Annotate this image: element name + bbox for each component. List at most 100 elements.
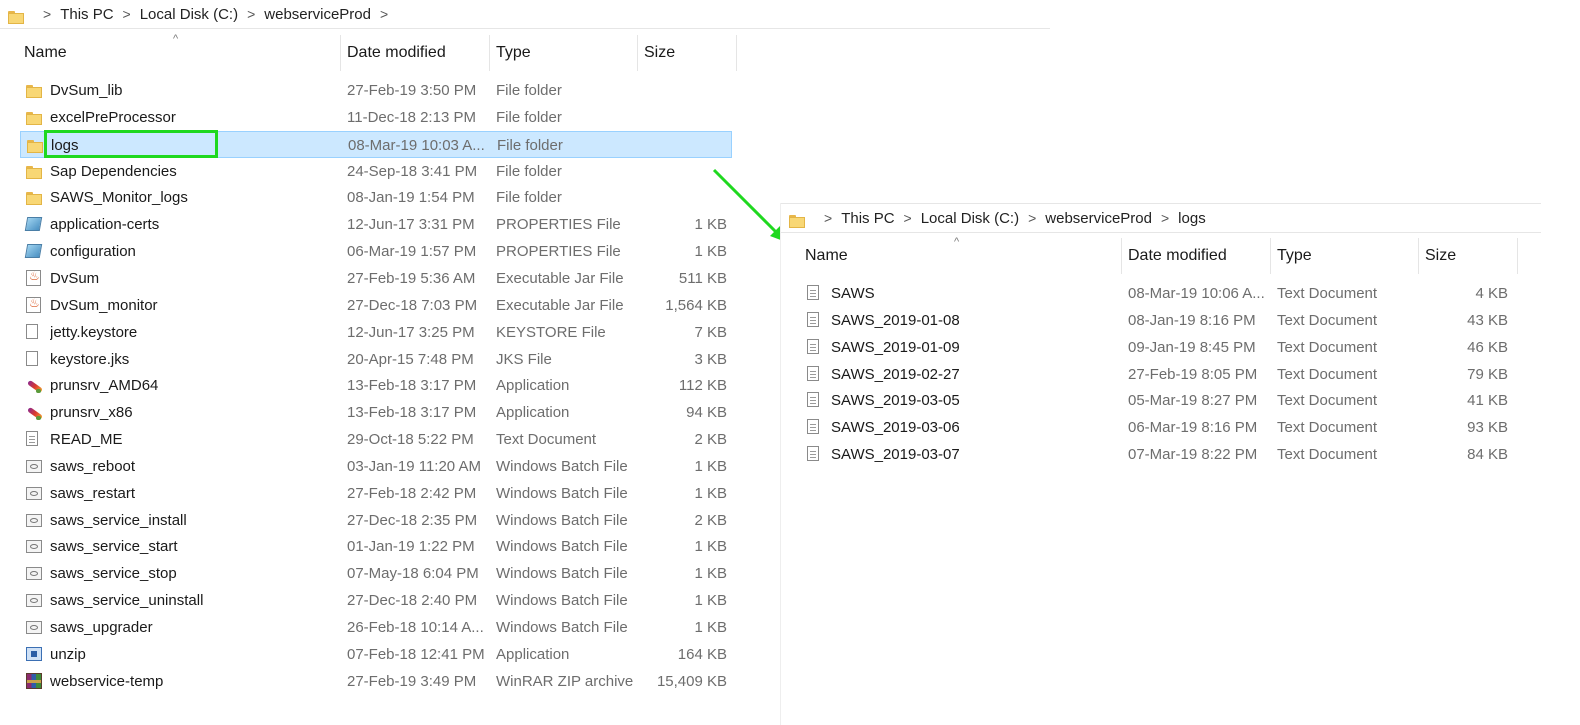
column-header-type[interactable]: Type bbox=[1271, 238, 1418, 274]
file-date-modified: 08-Mar-19 10:03 A... bbox=[348, 136, 485, 154]
column-divider[interactable] bbox=[1517, 238, 1518, 274]
column-divider[interactable] bbox=[340, 35, 341, 71]
chevron-right-icon[interactable]: > bbox=[43, 6, 51, 22]
file-size: 1 KB bbox=[694, 484, 727, 502]
column-divider[interactable] bbox=[736, 35, 737, 71]
folder-icon bbox=[789, 212, 805, 228]
column-header-size[interactable]: Size bbox=[1419, 238, 1517, 274]
file-row[interactable]: excelPreProcessor 11-Dec-18 2:13 PM File f… bbox=[20, 104, 732, 131]
file-date-modified: 13-Feb-18 3:17 PM bbox=[347, 404, 477, 422]
file-date-modified: 07-May-18 6:04 PM bbox=[347, 565, 479, 583]
column-header-size[interactable]: Size bbox=[638, 35, 736, 71]
chevron-right-icon[interactable]: > bbox=[824, 210, 832, 226]
file-type: Application bbox=[496, 377, 570, 395]
column-header-name[interactable]: Name bbox=[799, 238, 1121, 274]
column-divider[interactable] bbox=[1270, 238, 1271, 274]
file-date-modified: 06-Mar-19 1:57 PM bbox=[347, 243, 477, 261]
chevron-right-icon[interactable]: > bbox=[247, 6, 255, 22]
file-row[interactable]: saws_service_install 27-Dec-18 2:35 PM Win… bbox=[20, 507, 732, 534]
file-type: Text Document bbox=[496, 431, 597, 449]
file-row[interactable]: saws_restart 27-Feb-18 2:42 PM Windows Bat… bbox=[20, 480, 732, 507]
file-row[interactable]: saws_reboot 03-Jan-19 11:20 AM Windows Bat… bbox=[20, 453, 732, 480]
file-date-modified: 11-Dec-18 2:13 PM bbox=[347, 108, 476, 126]
file-date-modified: 27-Feb-19 5:36 AM bbox=[347, 269, 476, 287]
breadcrumb-webserviceprod[interactable]: webserviceProd bbox=[1045, 210, 1152, 227]
file-size: 1 KB bbox=[694, 457, 727, 475]
file-name: saws_restart bbox=[50, 484, 136, 502]
file-name: READ_ME bbox=[50, 431, 123, 449]
address-bar[interactable]: > This PC > Local Disk (C:) > webservice… bbox=[0, 0, 1050, 29]
chevron-right-icon[interactable]: > bbox=[904, 210, 912, 226]
breadcrumb-this-pc[interactable]: This PC bbox=[841, 210, 894, 227]
file-row[interactable]: jetty.keystore 12-Jun-17 3:25 PM KEYSTORE … bbox=[20, 319, 732, 346]
file-size: 41 KB bbox=[1467, 392, 1508, 410]
column-header-name[interactable]: Name bbox=[18, 35, 340, 71]
file-row[interactable]: SAWS_2019-02-27 27-Feb-19 8:05 PM Text Doc… bbox=[801, 361, 1513, 388]
file-date-modified: 08-Mar-19 10:06 A... bbox=[1128, 285, 1265, 302]
file-date-modified: 20-Apr-15 7:48 PM bbox=[347, 350, 474, 368]
file-type: Windows Batch File bbox=[496, 511, 628, 529]
chevron-right-icon[interactable]: > bbox=[1028, 210, 1036, 226]
file-row[interactable]: webservice-temp 27-Feb-19 3:49 PM WinRAR Z… bbox=[20, 668, 732, 695]
column-divider[interactable] bbox=[489, 35, 490, 71]
file-date-modified: 12-Jun-17 3:25 PM bbox=[347, 323, 475, 341]
file-name: saws_upgrader bbox=[50, 619, 153, 636]
file-name: saws_service_start bbox=[50, 538, 178, 556]
file-row[interactable]: unzip 07-Feb-18 12:41 PM Application 164 KB bbox=[20, 641, 732, 668]
feather-app-icon bbox=[26, 404, 42, 421]
file-size: 4 KB bbox=[1475, 285, 1508, 302]
file-row[interactable]: SAWS 08-Mar-19 10:06 A... Text Document 4 K… bbox=[801, 280, 1513, 307]
file-date-modified: 07-Mar-19 8:22 PM bbox=[1128, 446, 1258, 464]
arrow-line bbox=[712, 168, 782, 238]
file-row[interactable]: SAWS_Monitor_logs 08-Jan-19 1:54 PM File f… bbox=[20, 184, 732, 211]
chevron-right-icon[interactable]: > bbox=[380, 6, 388, 22]
chevron-right-icon[interactable]: > bbox=[123, 6, 131, 22]
column-header-date-modified[interactable]: Date modified bbox=[1122, 238, 1270, 274]
file-type: File folder bbox=[497, 136, 563, 154]
file-row[interactable]: SAWS_2019-03-06 06-Mar-19 8:16 PM Text Doc… bbox=[801, 414, 1513, 441]
breadcrumb-local-disk[interactable]: Local Disk (C:) bbox=[921, 210, 1019, 227]
file-date-modified: 27-Feb-19 3:50 PM bbox=[347, 82, 477, 99]
file-type: Text Document bbox=[1277, 365, 1378, 383]
file-row[interactable]: SAWS_2019-01-09 09-Jan-19 8:45 PM Text Doc… bbox=[801, 334, 1513, 361]
file-row[interactable]: prunsrv_x86 13-Feb-18 3:17 PM Application 9… bbox=[20, 399, 732, 426]
file-row[interactable]: SAWS_2019-01-08 08-Jan-19 8:16 PM Text Doc… bbox=[801, 307, 1513, 334]
file-type: Windows Batch File bbox=[496, 619, 628, 636]
file-row[interactable]: DvSum 27-Feb-19 5:36 AM Executable Jar Fil… bbox=[20, 265, 732, 292]
column-divider[interactable] bbox=[1121, 238, 1122, 274]
file-type: Text Document bbox=[1277, 392, 1378, 410]
file-row[interactable]: SAWS_2019-03-07 07-Mar-19 8:22 PM Text Doc… bbox=[801, 441, 1513, 468]
column-header-label: Date modified bbox=[347, 44, 446, 61]
file-row[interactable]: DvSum_lib 27-Feb-19 3:50 PM File folder bbox=[20, 77, 732, 104]
batch-file-icon bbox=[26, 513, 42, 527]
column-header-date-modified[interactable]: Date modified bbox=[341, 35, 489, 71]
file-row[interactable]: DvSum_monitor 27-Dec-18 7:03 PM Executable… bbox=[20, 292, 732, 319]
breadcrumb-local-disk[interactable]: Local Disk (C:) bbox=[140, 6, 238, 23]
highlight-box bbox=[44, 130, 218, 158]
file-row[interactable]: saws_service_start 01-Jan-19 1:22 PM Windo… bbox=[20, 533, 732, 560]
column-header-type[interactable]: Type bbox=[490, 35, 637, 71]
file-row[interactable]: saws_upgrader 26-Feb-18 10:14 A... Windows… bbox=[20, 614, 732, 641]
file-row[interactable]: configuration 06-Mar-19 1:57 PM PROPERTIES… bbox=[20, 238, 732, 265]
text-document-icon bbox=[26, 431, 38, 447]
file-row[interactable]: application-certs 12-Jun-17 3:31 PM PROPER… bbox=[20, 211, 732, 238]
unzip-app-icon bbox=[26, 646, 42, 661]
file-row[interactable]: saws_service_stop 07-May-18 6:04 PM Window… bbox=[20, 560, 732, 587]
breadcrumb-logs[interactable]: logs bbox=[1178, 210, 1206, 227]
breadcrumb-this-pc[interactable]: This PC bbox=[60, 6, 113, 23]
file-size: 1 KB bbox=[694, 565, 727, 583]
file-row[interactable]: prunsrv_AMD64 13-Feb-18 3:17 PM Applicatio… bbox=[20, 372, 732, 399]
file-row[interactable]: Sap Dependencies 24-Sep-18 3:41 PM File fo… bbox=[20, 158, 732, 185]
address-bar[interactable]: > This PC > Local Disk (C:) > webservice… bbox=[781, 203, 1541, 233]
file-row[interactable]: READ_ME 29-Oct-18 5:22 PM Text Document 2 K… bbox=[20, 426, 732, 453]
column-divider[interactable] bbox=[1418, 238, 1419, 274]
file-row[interactable]: SAWS_2019-03-05 05-Mar-19 8:27 PM Text Doc… bbox=[801, 387, 1513, 414]
text-document-icon bbox=[807, 311, 819, 327]
file-row[interactable]: saws_service_uninstall 27-Dec-18 2:40 PM W… bbox=[20, 587, 732, 614]
breadcrumb-webserviceprod[interactable]: webserviceProd bbox=[264, 6, 371, 23]
chevron-right-icon[interactable]: > bbox=[1161, 210, 1169, 226]
file-size: 15,409 KB bbox=[656, 672, 727, 690]
file-row[interactable]: keystore.jks 20-Apr-15 7:48 PM JKS File 3 K… bbox=[20, 346, 732, 373]
folder-icon bbox=[27, 137, 43, 154]
column-divider[interactable] bbox=[637, 35, 638, 71]
